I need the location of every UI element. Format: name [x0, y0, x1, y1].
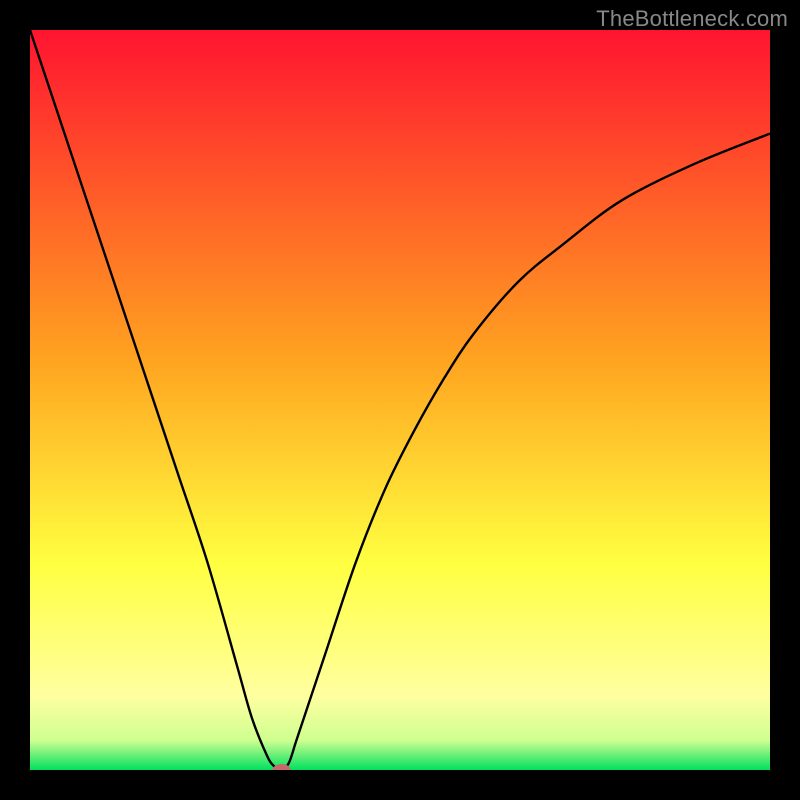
watermark-text: TheBottleneck.com [596, 6, 788, 32]
chart-svg [30, 30, 770, 770]
chart-frame: TheBottleneck.com [0, 0, 800, 800]
gradient-rect [30, 30, 770, 770]
plot-area [30, 30, 770, 770]
